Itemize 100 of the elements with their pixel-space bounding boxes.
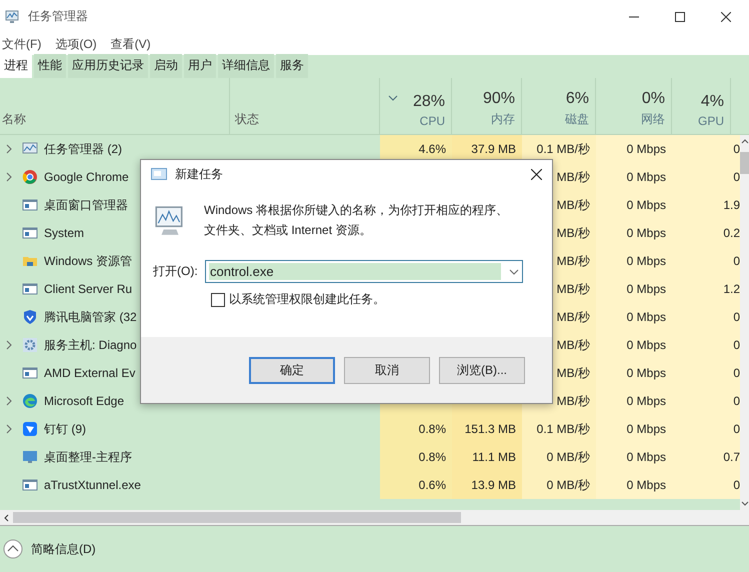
column-header[interactable]: 内存: [491, 111, 515, 128]
tab[interactable]: 性能: [34, 54, 66, 78]
tab[interactable]: 应用历史记录: [68, 54, 148, 78]
scrollbar-thumb[interactable]: [740, 152, 749, 174]
checkbox-label[interactable]: 以系统管理权限创建此任务。: [229, 291, 385, 308]
tab[interactable]: 服务: [276, 54, 308, 78]
table-cell: 1.2: [672, 275, 740, 303]
column-total: 4%: [700, 93, 724, 111]
open-combobox[interactable]: control.exe: [205, 260, 523, 283]
table-cell: 0.8%: [380, 443, 452, 471]
table-cell: 0.2: [672, 219, 740, 247]
browser-icon: [22, 169, 38, 185]
window-icon: [22, 477, 38, 493]
table-cell: 11.1 MB: [452, 443, 522, 471]
process-name: Microsoft Edge: [44, 394, 124, 408]
table-cell: 0: [672, 415, 740, 443]
tab[interactable]: 启动: [150, 54, 182, 78]
table-cell: 0 Mbps: [596, 359, 672, 387]
window-icon: [151, 168, 167, 180]
table-cell: 0 Mbps: [596, 387, 672, 415]
window-icon: [22, 197, 38, 213]
expand-chevron-icon[interactable]: [6, 144, 12, 154]
table-cell: 0: [672, 303, 740, 331]
column-header[interactable]: 磁盘: [565, 111, 589, 128]
process-name: 桌面窗口管理器: [44, 196, 128, 214]
vertical-scrollbar[interactable]: [740, 135, 749, 510]
table-cell: 0 Mbps: [596, 135, 672, 163]
open-label: 打开(O):: [153, 263, 199, 280]
table-cell: 0 Mbps: [596, 219, 672, 247]
table-cell: 0: [672, 471, 740, 499]
menu-item[interactable]: 选项(O): [55, 36, 97, 52]
table-cell: 0.1 MB/秒: [522, 135, 596, 163]
checkbox[interactable]: [211, 292, 225, 306]
table-cell: 0: [672, 135, 740, 163]
scrollbar-thumb[interactable]: [13, 512, 461, 523]
table-cell: 0 Mbps: [596, 471, 672, 499]
expand-chevron-icon[interactable]: [6, 172, 12, 182]
scroll-left-icon[interactable]: [4, 514, 9, 522]
table-cell: 0.1 MB/秒: [522, 415, 596, 443]
table-cell: 0 Mbps: [596, 163, 672, 191]
scroll-up-icon[interactable]: [740, 139, 748, 144]
close-icon[interactable]: [531, 168, 542, 180]
table-cell: 0: [672, 247, 740, 275]
browser-icon: [22, 393, 38, 409]
horizontal-scrollbar[interactable]: [0, 510, 749, 526]
process-name: 钉钉 (9): [44, 420, 86, 438]
dialog-button[interactable]: 取消: [344, 356, 430, 384]
collapse-up-icon[interactable]: [3, 539, 23, 559]
expand-chevron-icon[interactable]: [6, 424, 12, 434]
dialog-title: 新建任务: [175, 166, 223, 182]
window-icon: [22, 365, 38, 381]
maximize-icon[interactable]: [675, 12, 685, 22]
table-cell: 0.7: [672, 443, 740, 471]
sort-chevron-icon: [388, 95, 398, 101]
table-cell: 1.9: [672, 191, 740, 219]
dialog-button[interactable]: 浏览(B)...: [439, 356, 525, 384]
table-cell: 0: [672, 359, 740, 387]
table-cell: 0 MB/秒: [522, 443, 596, 471]
table-cell: 151.3 MB: [452, 415, 522, 443]
process-name: Google Chrome: [44, 170, 129, 184]
table-cell: 0.6%: [380, 471, 452, 499]
table-cell: 13.9 MB: [452, 471, 522, 499]
column-total: 6%: [566, 90, 589, 108]
scroll-down-icon[interactable]: [740, 501, 748, 506]
gear-icon: [22, 337, 38, 353]
shield-icon: [22, 309, 38, 325]
dialog-button[interactable]: 确定: [249, 356, 335, 384]
window-title: 任务管理器: [28, 8, 88, 25]
column-total: 90%: [482, 90, 515, 108]
tab[interactable]: 用户: [184, 54, 216, 78]
column-total: 28%: [412, 93, 445, 111]
process-name: Windows 资源管: [44, 252, 132, 270]
table-cell: 0 Mbps: [596, 443, 672, 471]
column-total: 0%: [642, 90, 665, 108]
tab[interactable]: 进程: [0, 54, 32, 78]
process-name: 任务管理器 (2): [44, 140, 122, 158]
tab[interactable]: 详细信息: [218, 54, 274, 78]
expand-chevron-icon[interactable]: [6, 340, 12, 350]
process-name: AMD External Ev: [44, 366, 136, 380]
table-cell: 0 MB/秒: [522, 471, 596, 499]
table-cell: 0 Mbps: [596, 247, 672, 275]
table-cell: 0 Mbps: [596, 303, 672, 331]
close-icon[interactable]: [721, 12, 731, 22]
column-header[interactable]: 名称: [2, 111, 26, 128]
desktop-icon: [22, 449, 38, 465]
column-header[interactable]: 状态: [235, 111, 259, 128]
monitor-icon: [4, 8, 20, 24]
table-cell: 0 Mbps: [596, 191, 672, 219]
dropdown-chevron-icon[interactable]: [509, 268, 519, 274]
window-icon: [22, 281, 38, 297]
process-name: 腾讯电脑管家 (32: [44, 308, 137, 326]
process-name: Client Server Ru: [44, 282, 132, 296]
table-cell: 0 Mbps: [596, 415, 672, 443]
menu-item[interactable]: 查看(V): [110, 36, 151, 52]
menu-item[interactable]: 文件(F): [2, 36, 42, 52]
table-cell: 0: [672, 331, 740, 359]
expand-chevron-icon[interactable]: [6, 396, 12, 406]
table-cell: 0 Mbps: [596, 331, 672, 359]
fewer-details-link[interactable]: 简略信息(D): [31, 540, 96, 558]
window-icon: [22, 225, 38, 241]
